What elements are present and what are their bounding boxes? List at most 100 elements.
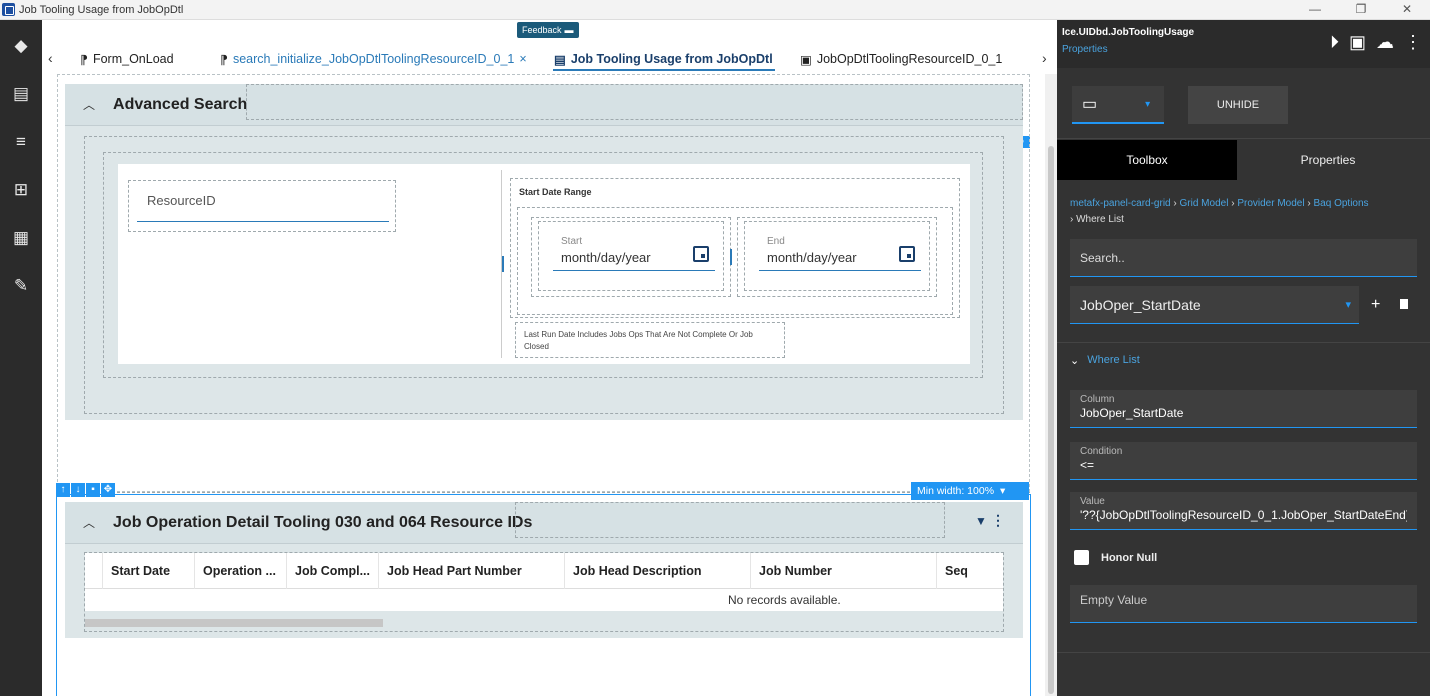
search-panel: ResourceID Start Date Range Start month/… [118, 164, 970, 364]
drop-indicator [730, 249, 732, 265]
search-input[interactable]: Search.. [1070, 239, 1417, 277]
grid-spacer [85, 552, 103, 589]
header-slot [515, 502, 945, 538]
last-run-note: Last Run Date Includes Jobs Ops That Are… [524, 330, 753, 351]
value-text: '??{JobOpDtlToolingResourceID_0_1.JobOpe… [1080, 508, 1407, 522]
column-header[interactable]: Operation ... [195, 552, 287, 589]
tab-form-onload[interactable]: ⁋ Form_OnLoad [80, 48, 174, 70]
resource-field: ResourceID [128, 180, 396, 232]
advanced-search-title: Advanced Search [113, 95, 248, 113]
tab-label: JobOpDtlToolingResourceID_0_1 [816, 52, 1003, 66]
checkbox-icon[interactable] [1074, 550, 1089, 565]
column-label: Column [1080, 394, 1115, 405]
calendar-icon[interactable] [899, 246, 915, 262]
maximize-button[interactable]: ❐ [1338, 0, 1384, 20]
breadcrumb-item[interactable]: Baq Options [1314, 198, 1369, 209]
honor-null-label: Honor Null [1101, 551, 1158, 564]
save-icon[interactable]: ▣ [1349, 32, 1366, 53]
collapse-chevron-icon[interactable]: ︿ [83, 514, 95, 531]
chevron-down-icon: ⌄ [1070, 355, 1080, 367]
more-icon[interactable]: ⋮ [991, 512, 1005, 529]
where-list-select[interactable]: JobOper_StartDate ▾ [1070, 286, 1359, 324]
left-rail: ◆ ▤ ≡ ⊞ ▦ ✎ [0, 20, 42, 696]
grid-header-row: Start Date Operation ... Job Compl... Jo… [85, 552, 1003, 589]
column-header[interactable]: Start Date [103, 552, 195, 589]
grid-card-header[interactable]: ︿ Job Operation Detail Tooling 030 and 0… [65, 502, 1023, 544]
resource-input[interactable] [137, 221, 389, 222]
tab-job-tooling-usage[interactable]: ▤ Job Tooling Usage from JobOpDtl [554, 48, 773, 70]
advanced-search-header[interactable]: ︿ Advanced Search [65, 84, 1023, 126]
empty-value-field[interactable]: Empty Value [1070, 585, 1417, 623]
start-underline [553, 270, 715, 271]
start-date-input[interactable]: month/day/year [561, 250, 651, 265]
canvas-scroll-thumb[interactable] [1048, 146, 1054, 694]
condition-field[interactable]: Condition <= [1070, 442, 1417, 480]
layout-icon[interactable]: ▤ [0, 76, 42, 112]
feedback-button[interactable]: Feedback ▬ [517, 22, 579, 38]
grid-body: No records available. [85, 589, 1003, 611]
chevron-down-icon: ▾ [1345, 299, 1351, 311]
where-list-section[interactable]: ⌄ Where List [1070, 354, 1140, 367]
window-title: Job Tooling Usage from JobOpDtl [19, 3, 184, 16]
column-header[interactable]: Job Head Description [565, 552, 751, 589]
active-tab-indicator [553, 69, 775, 71]
tab-properties[interactable]: Properties [1238, 140, 1418, 180]
column-header[interactable]: Job Compl... [287, 552, 379, 589]
honor-null-checkbox[interactable]: Honor Null [1074, 550, 1157, 565]
value-field[interactable]: Value '??{JobOpDtlToolingResourceID_0_1.… [1070, 492, 1417, 530]
tabs-prev-button[interactable]: ‹ [48, 50, 53, 66]
column-header[interactable]: Job Head Part Number [379, 552, 565, 589]
tab-resource-id[interactable]: ▣ JobOpDtlToolingResourceID_0_1 [800, 48, 1002, 70]
grid-icon[interactable]: ▦ [0, 220, 42, 256]
tab-close-icon[interactable]: × [519, 52, 526, 66]
breadcrumb-item[interactable]: Provider Model [1237, 198, 1304, 209]
add-icon[interactable]: + [1371, 296, 1380, 314]
tree-icon[interactable]: ⊞ [0, 172, 42, 208]
collapse-chevron-icon[interactable]: ︿ [83, 96, 95, 113]
close-button[interactable]: ✕ [1384, 0, 1430, 20]
publish-icon[interactable]: ☁ [1376, 32, 1394, 53]
end-underline [759, 270, 921, 271]
layers-icon[interactable]: ◆ [0, 28, 42, 64]
device-selector[interactable]: ▭ ▾ [1072, 86, 1164, 124]
header-slot [246, 84, 1023, 120]
value-label: Value [1080, 496, 1105, 507]
end-caption: End [767, 236, 785, 247]
tab-toolbox[interactable]: Toolbox [1057, 140, 1237, 180]
properties-panel: Ice.UIDbd.JobToolingUsage Properties ⏵ ▣… [1057, 20, 1430, 696]
panel-header: Ice.UIDbd.JobToolingUsage Properties ⏵ ▣… [1057, 20, 1430, 68]
selected-value: JobOper_StartDate [1080, 297, 1201, 313]
drop-indicator [502, 256, 504, 272]
tab-label: Job Tooling Usage from JobOpDtl [570, 52, 773, 66]
grid-scrollbar[interactable] [85, 619, 383, 627]
column-header[interactable]: Job Number [751, 552, 937, 589]
tabs-next-button[interactable]: › [1042, 50, 1047, 66]
edit-icon[interactable]: ✎ [0, 268, 42, 304]
unhide-button[interactable]: UNHIDE [1188, 86, 1288, 124]
column-field[interactable]: Column JobOper_StartDate [1070, 390, 1417, 428]
breadcrumb-current: Where List [1076, 214, 1124, 225]
divider [1057, 342, 1430, 343]
divider [1057, 138, 1430, 139]
end-date-input[interactable]: month/day/year [767, 250, 857, 265]
canvas-scrollbar[interactable] [1045, 74, 1057, 696]
filter-icon[interactable]: ▼ [975, 514, 987, 528]
run-icon[interactable]: ⏵ [1330, 32, 1339, 53]
tab-label: Form_OnLoad [92, 52, 174, 66]
panel-subtitle[interactable]: Properties [1062, 44, 1108, 55]
breadcrumb-item[interactable]: metafx-panel-card-grid [1070, 198, 1171, 209]
more-icon[interactable]: ⋮ [1404, 32, 1422, 53]
date-range-panel: Start Date Range Start month/day/year En… [510, 178, 960, 318]
breadcrumb: metafx-panel-card-grid › Grid Model › Pr… [1070, 198, 1369, 225]
minimize-button[interactable]: — [1292, 0, 1338, 20]
event-icon: ⁋ [80, 52, 88, 67]
chevron-down-icon: ▾ [1145, 98, 1151, 110]
tab-label: search_initialize_JobOpDtlToolingResourc… [232, 52, 515, 66]
calendar-icon[interactable] [693, 246, 709, 262]
column-header[interactable]: Seq [937, 553, 1003, 589]
breadcrumb-item[interactable]: Grid Model [1180, 198, 1229, 209]
trash-icon[interactable] [1400, 299, 1408, 309]
list-check-icon[interactable]: ≡ [0, 124, 42, 160]
window-titlebar: Job Tooling Usage from JobOpDtl — ❐ ✕ [0, 0, 1430, 20]
tab-search-initialize[interactable]: ⁋ search_initialize_JobOpDtlToolingResou… [220, 48, 527, 70]
